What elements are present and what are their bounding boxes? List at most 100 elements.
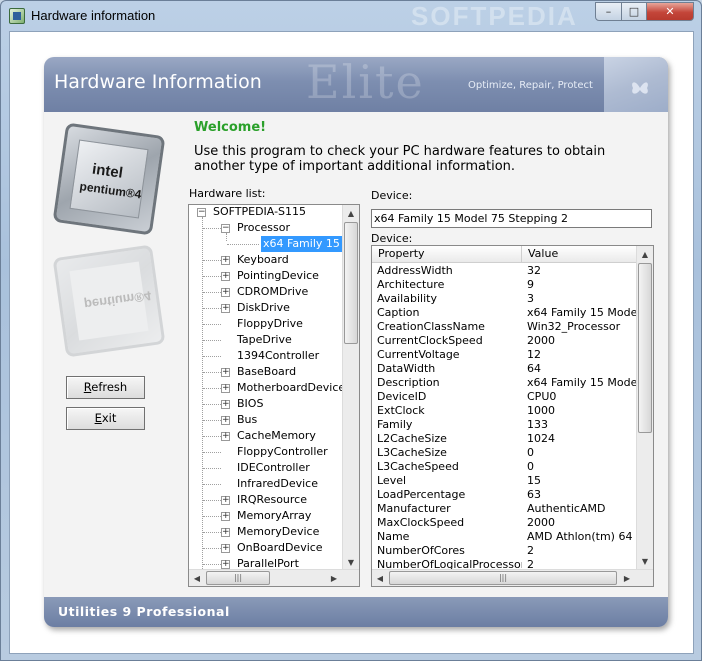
list-horizontal-scrollbar[interactable]: ◀ ||| ▶ <box>372 569 653 586</box>
table-row[interactable]: MaxClockSpeed 2000 <box>372 516 638 530</box>
property-name-cell: MaxClockSpeed <box>377 516 465 529</box>
tree-item[interactable]: MemoryDevice <box>237 524 319 540</box>
expand-icon[interactable]: + <box>221 496 230 505</box>
hardware-tree[interactable]: − SOFTPEDIA-S115 − Processor x64 Family … <box>188 204 360 587</box>
expand-icon[interactable]: + <box>221 560 230 569</box>
tree-item[interactable]: CacheMemory <box>237 428 316 444</box>
scroll-down-arrow-icon[interactable]: ▼ <box>343 554 359 570</box>
tree-item[interactable]: TapeDrive <box>237 332 292 348</box>
table-row[interactable]: Manufacturer AuthenticAMD <box>372 502 638 516</box>
scroll-up-arrow-icon[interactable]: ▲ <box>637 246 653 262</box>
scroll-right-arrow-icon[interactable]: ▶ <box>619 570 635 586</box>
tree-vertical-scrollbar[interactable]: ▲ ▼ <box>342 205 359 571</box>
tree-item[interactable]: BaseBoard <box>237 364 296 380</box>
cpu-reflection-text: pentium®4 <box>83 288 153 313</box>
device-field[interactable]: x64 Family 15 Model 75 Stepping 2 <box>371 209 652 228</box>
table-row[interactable]: Architecture 9 <box>372 278 638 292</box>
table-row[interactable]: CurrentClockSpeed 2000 <box>372 334 638 348</box>
scrollbar-thumb[interactable]: ||| <box>206 571 270 585</box>
tree-item[interactable]: Bus <box>237 412 257 428</box>
exit-button[interactable]: Exit <box>66 407 145 430</box>
scroll-up-arrow-icon[interactable]: ▲ <box>343 205 359 221</box>
tree-item[interactable]: CDROMDrive <box>237 284 308 300</box>
window-title: Hardware information <box>31 8 156 23</box>
minimize-button[interactable]: – <box>595 2 622 21</box>
scroll-down-arrow-icon[interactable]: ▼ <box>637 553 653 569</box>
property-name-cell: Name <box>377 530 410 543</box>
maximize-button[interactable]: □ <box>621 2 647 21</box>
tree-item[interactable]: IRQResource <box>237 492 307 508</box>
table-row[interactable]: Caption x64 Family 15 Model 75 <box>372 306 638 320</box>
table-row[interactable]: NumberOfCores 2 <box>372 544 638 558</box>
collapse-icon[interactable]: − <box>197 208 206 217</box>
expand-icon[interactable]: + <box>221 544 230 553</box>
refresh-button[interactable]: Refresh <box>66 376 145 399</box>
scroll-right-arrow-icon[interactable]: ▶ <box>326 570 342 586</box>
expand-icon[interactable]: + <box>221 400 230 409</box>
title-bar[interactable]: Hardware information SOFTPEDIA – □ ✕ <box>1 1 701 31</box>
table-row[interactable]: Family 133 <box>372 418 638 432</box>
property-value-cell: AuthenticAMD <box>527 502 606 515</box>
list-vertical-scrollbar[interactable]: ▲ ▼ <box>636 246 653 570</box>
property-name-cell: Description <box>377 376 440 389</box>
tree-item[interactable]: MemoryArray <box>237 508 311 524</box>
tree-item[interactable]: OnBoardDevice <box>237 540 323 556</box>
expand-icon[interactable]: + <box>221 288 230 297</box>
table-row[interactable]: L3CacheSpeed 0 <box>372 460 638 474</box>
device-properties-list[interactable]: Property Value AddressWidth 32 Architectur… <box>371 245 654 587</box>
column-header-value[interactable]: Value <box>522 246 638 263</box>
tree-root[interactable]: SOFTPEDIA-S115 <box>213 205 306 220</box>
table-row[interactable]: Level 15 <box>372 474 638 488</box>
expand-icon[interactable]: + <box>221 256 230 265</box>
table-row[interactable]: L2CacheSize 1024 <box>372 432 638 446</box>
collapse-icon[interactable]: − <box>221 224 230 233</box>
tree-item[interactable]: IDEController <box>237 460 310 476</box>
property-name-cell: Architecture <box>377 278 445 291</box>
column-header-property[interactable]: Property <box>372 246 522 263</box>
table-row[interactable]: L3CacheSize 0 <box>372 446 638 460</box>
tree-item[interactable]: PointingDevice <box>237 268 319 284</box>
tree-item[interactable]: DiskDrive <box>237 300 290 316</box>
scrollbar-thumb[interactable]: ||| <box>389 571 617 585</box>
tree-item[interactable]: FloppyDrive <box>237 316 303 332</box>
property-value-cell: 63 <box>527 488 541 501</box>
properties-label: Device: <box>371 232 413 245</box>
close-button[interactable]: ✕ <box>646 2 694 21</box>
device-label: Device: <box>371 189 413 202</box>
scroll-left-arrow-icon[interactable]: ◀ <box>189 570 205 586</box>
expand-icon[interactable]: + <box>221 432 230 441</box>
expand-icon[interactable]: + <box>221 384 230 393</box>
tree-item[interactable]: FloppyController <box>237 444 328 460</box>
table-row[interactable]: ExtClock 1000 <box>372 404 638 418</box>
app-window: Hardware information SOFTPEDIA – □ ✕ Eli… <box>0 0 702 661</box>
tree-item[interactable]: InfraredDevice <box>237 476 318 492</box>
expand-icon[interactable]: + <box>221 368 230 377</box>
table-row[interactable]: Availability 3 <box>372 292 638 306</box>
tree-item[interactable]: BIOS <box>237 396 263 412</box>
tree-item[interactable]: 1394Controller <box>237 348 319 364</box>
scroll-left-arrow-icon[interactable]: ◀ <box>372 570 388 586</box>
tree-item-processor[interactable]: Processor <box>237 220 290 236</box>
expand-icon[interactable]: + <box>221 528 230 537</box>
table-row[interactable]: Description x64 Family 15 Model 75 <box>372 376 638 390</box>
expand-icon[interactable]: + <box>221 512 230 521</box>
table-row[interactable]: Name AMD Athlon(tm) 64 X2 <box>372 530 638 544</box>
tree-item[interactable]: MotherboardDevice <box>237 380 345 396</box>
property-value-cell: 2 <box>527 544 534 557</box>
scrollbar-thumb[interactable] <box>638 263 652 433</box>
scrollbar-thumb[interactable] <box>344 222 358 344</box>
watermark-text: SOFTPEDIA <box>411 1 578 31</box>
table-row[interactable]: CurrentVoltage 12 <box>372 348 638 362</box>
table-row[interactable]: LoadPercentage 63 <box>372 488 638 502</box>
expand-icon[interactable]: + <box>221 304 230 313</box>
cpu-brand-logo: intel <box>91 160 124 182</box>
table-row[interactable]: DeviceID CPU0 <box>372 390 638 404</box>
table-row[interactable]: CreationClassName Win32_Processor <box>372 320 638 334</box>
expand-icon[interactable]: + <box>221 272 230 281</box>
table-row[interactable]: DataWidth 64 <box>372 362 638 376</box>
tree-horizontal-scrollbar[interactable]: ◀ ||| ▶ <box>189 569 359 586</box>
table-row[interactable]: AddressWidth 32 <box>372 264 638 278</box>
property-value-cell: 0 <box>527 460 534 473</box>
expand-icon[interactable]: + <box>221 416 230 425</box>
tree-item[interactable]: Keyboard <box>237 252 289 268</box>
